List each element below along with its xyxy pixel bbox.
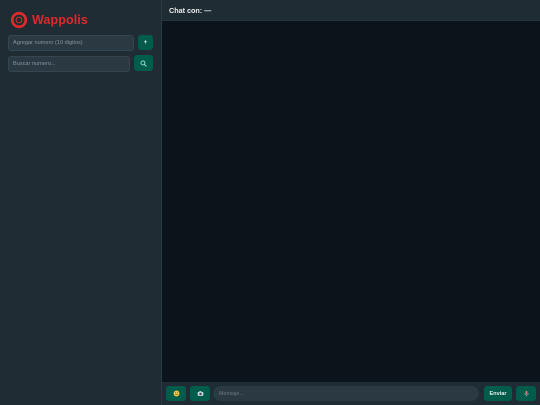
mic-button[interactable] [516, 386, 536, 401]
message-composer: Enviar [162, 382, 540, 405]
search-button[interactable] [134, 55, 153, 71]
add-button-label: + [143, 39, 148, 46]
emoji-button[interactable] [166, 386, 186, 401]
add-number-button[interactable]: + [138, 35, 153, 50]
chat-header: Chat con: — [162, 0, 540, 21]
brand: Wappolis [10, 10, 88, 30]
chat-messages-area [162, 21, 540, 382]
search-input[interactable] [8, 56, 130, 72]
send-button[interactable]: Enviar [484, 386, 512, 401]
message-input[interactable] [213, 386, 479, 401]
search-icon [140, 60, 147, 67]
mic-icon [523, 390, 529, 397]
sidebar: Wappolis + [0, 0, 162, 405]
chat-title: Chat con: — [169, 5, 212, 15]
send-button-label: Enviar [489, 390, 507, 397]
camera-icon [197, 391, 203, 396]
emoji-icon [173, 390, 179, 397]
brand-name: Wappolis [32, 13, 88, 27]
camera-button[interactable] [190, 386, 210, 401]
ring-logo-icon [10, 11, 28, 29]
add-number-input[interactable] [8, 35, 134, 51]
